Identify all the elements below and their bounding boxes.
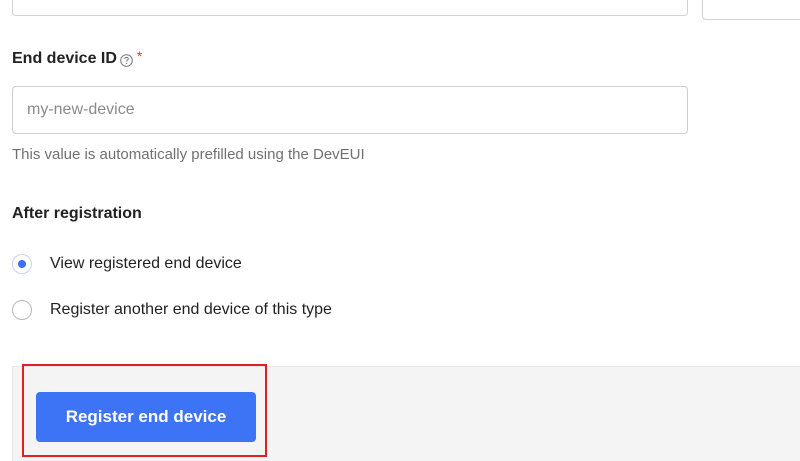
end-device-id-description: This value is automatically prefilled us… — [12, 146, 365, 163]
radio-selected-dot — [18, 260, 26, 268]
radio-button-checked[interactable] — [12, 254, 32, 274]
after-registration-label: After registration — [12, 205, 142, 222]
radio-register-another-end-device[interactable]: Register another end device of this type — [12, 300, 332, 320]
radio-button-unchecked[interactable] — [12, 300, 32, 320]
end-device-id-label: End device ID * — [12, 48, 143, 68]
previous-side-input-field[interactable] — [702, 0, 800, 20]
help-circle-icon[interactable] — [120, 54, 133, 67]
end-device-id-input[interactable] — [12, 86, 688, 134]
end-device-id-label-text: End device ID — [12, 50, 117, 67]
radio-label: View registered end device — [50, 255, 242, 272]
radio-view-registered-end-device[interactable]: View registered end device — [12, 254, 242, 274]
required-indicator: * — [136, 48, 143, 64]
radio-label: Register another end device of this type — [50, 301, 332, 318]
previous-input-field[interactable] — [12, 0, 688, 16]
register-end-device-button[interactable]: Register end device — [36, 392, 256, 442]
